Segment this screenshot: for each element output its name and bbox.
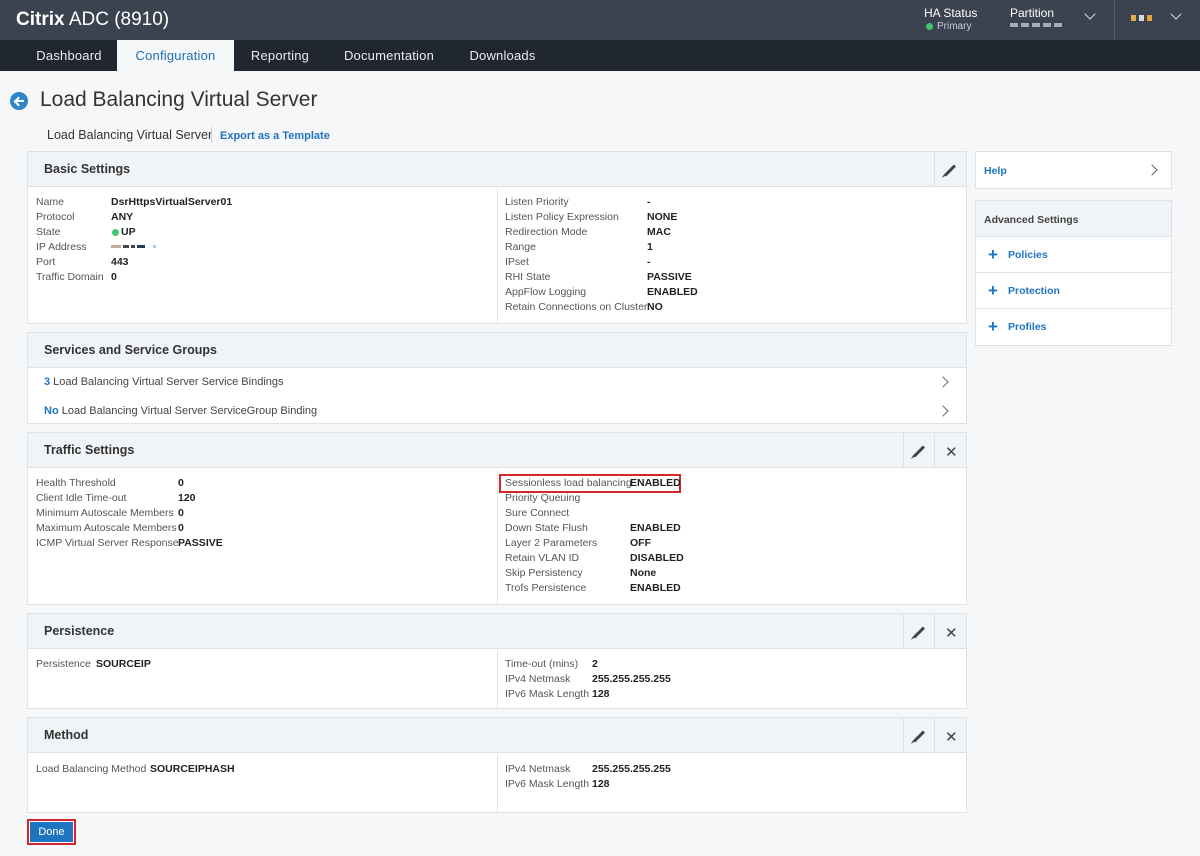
chevron-right-icon bbox=[937, 405, 949, 417]
method-panel: Method ✕ Load Balancing Method SOURCEIPHA… bbox=[27, 717, 967, 813]
basic-settings-title: Basic Settings bbox=[44, 162, 131, 176]
brand-product: ADC (8910) bbox=[68, 9, 170, 30]
tab-reporting[interactable]: Reporting bbox=[235, 40, 325, 71]
state-up-icon bbox=[112, 229, 119, 236]
advanced-settings-header: Advanced Settings bbox=[976, 201, 1171, 237]
done-button-label: Done bbox=[30, 822, 73, 842]
page-title: Load Balancing Virtual Server bbox=[40, 88, 318, 111]
edit-persistence-button[interactable] bbox=[903, 614, 934, 649]
done-button[interactable]: Done bbox=[27, 819, 76, 845]
column-divider bbox=[497, 469, 498, 604]
partition-value-redacted bbox=[1010, 23, 1062, 27]
services-panel: Services and Service Groups 3 Load Balan… bbox=[27, 332, 967, 424]
back-arrow-icon[interactable] bbox=[10, 92, 28, 110]
close-icon: ✕ bbox=[945, 729, 958, 746]
edit-traffic-settings-button[interactable] bbox=[903, 433, 934, 468]
ip-address-redacted bbox=[111, 245, 156, 248]
column-divider bbox=[497, 650, 498, 708]
status-dot-icon bbox=[926, 23, 933, 30]
tab-configuration[interactable]: Configuration bbox=[117, 40, 234, 71]
advanced-item-label: Profiles bbox=[1008, 321, 1047, 333]
advanced-settings-panel: Advanced Settings + Policies + Protectio… bbox=[975, 200, 1172, 346]
partition-label: Partition bbox=[1010, 6, 1055, 20]
service-bindings-row[interactable]: 3 Load Balancing Virtual Server Service … bbox=[28, 368, 966, 397]
chevron-right-icon bbox=[937, 376, 949, 388]
advanced-item-label: Policies bbox=[1008, 249, 1048, 261]
advanced-settings-title: Advanced Settings bbox=[984, 214, 1079, 226]
breadcrumb-divider bbox=[211, 127, 212, 143]
traffic-settings-title: Traffic Settings bbox=[44, 443, 135, 457]
tab-documentation[interactable]: Documentation bbox=[330, 40, 448, 71]
persistence-header: Persistence ✕ bbox=[28, 614, 966, 649]
ha-status-label: HA Status bbox=[924, 6, 978, 20]
main-nav: Dashboard Configuration Reporting Docume… bbox=[0, 40, 1200, 71]
pencil-icon bbox=[912, 445, 926, 458]
header-divider bbox=[1114, 0, 1115, 40]
advanced-item-protection[interactable]: + Protection bbox=[976, 273, 1171, 309]
close-icon: ✕ bbox=[945, 625, 958, 642]
pencil-icon bbox=[912, 730, 926, 743]
persistence-title: Persistence bbox=[44, 624, 115, 638]
user-avatar-icon[interactable] bbox=[1131, 15, 1152, 21]
help-panel[interactable]: Help bbox=[975, 151, 1172, 189]
close-traffic-settings-button[interactable]: ✕ bbox=[934, 433, 965, 468]
traffic-settings-panel: Traffic Settings ✕ Health Threshold 0 Cli… bbox=[27, 432, 967, 605]
tab-dashboard[interactable]: Dashboard bbox=[22, 40, 116, 71]
services-header: Services and Service Groups bbox=[28, 333, 966, 368]
user-menu-chevron-icon[interactable] bbox=[1170, 8, 1182, 20]
ha-status-value: Primary bbox=[937, 21, 972, 32]
close-method-button[interactable]: ✕ bbox=[934, 718, 965, 753]
method-title: Method bbox=[44, 728, 89, 742]
column-divider bbox=[497, 754, 498, 812]
chevron-down-icon[interactable] bbox=[1084, 8, 1096, 20]
plus-icon: + bbox=[988, 281, 998, 300]
help-link[interactable]: Help bbox=[984, 165, 1007, 177]
traffic-settings-header: Traffic Settings ✕ bbox=[28, 433, 966, 468]
pencil-icon bbox=[912, 626, 926, 639]
advanced-item-policies[interactable]: + Policies bbox=[976, 237, 1171, 273]
ha-status[interactable]: HA Status Primary bbox=[924, 7, 977, 33]
basic-settings-panel: Basic Settings Name DsrHttpsVirtualServer… bbox=[27, 151, 967, 324]
advanced-item-profiles[interactable]: + Profiles bbox=[976, 309, 1171, 345]
persistence-panel: Persistence ✕ Persistence SOURCEIP Time-o… bbox=[27, 613, 967, 709]
basic-settings-header: Basic Settings bbox=[28, 152, 966, 187]
edit-basic-settings-button[interactable] bbox=[934, 152, 965, 187]
edit-method-button[interactable] bbox=[903, 718, 934, 753]
top-header: Citrix ADC (8910) HA Status Primary Part… bbox=[0, 0, 1200, 40]
close-persistence-button[interactable]: ✕ bbox=[934, 614, 965, 649]
brand-title: Citrix ADC (8910) bbox=[16, 9, 169, 31]
method-header: Method ✕ bbox=[28, 718, 966, 753]
export-template-link[interactable]: Export as a Template bbox=[220, 130, 330, 142]
services-title: Services and Service Groups bbox=[44, 343, 218, 357]
close-icon: ✕ bbox=[945, 444, 958, 461]
tab-downloads[interactable]: Downloads bbox=[455, 40, 550, 71]
plus-icon: + bbox=[988, 317, 998, 336]
breadcrumb: Load Balancing Virtual Server bbox=[47, 128, 213, 142]
plus-icon: + bbox=[988, 245, 998, 264]
column-divider bbox=[497, 188, 498, 323]
chevron-right-icon bbox=[1146, 164, 1158, 176]
advanced-item-label: Protection bbox=[1008, 285, 1060, 297]
partition-selector[interactable]: Partition bbox=[1010, 7, 1062, 27]
servicegroup-binding-row[interactable]: No Load Balancing Virtual Server Service… bbox=[28, 397, 966, 426]
brand-name: Citrix bbox=[16, 9, 65, 30]
pencil-icon bbox=[943, 164, 957, 177]
